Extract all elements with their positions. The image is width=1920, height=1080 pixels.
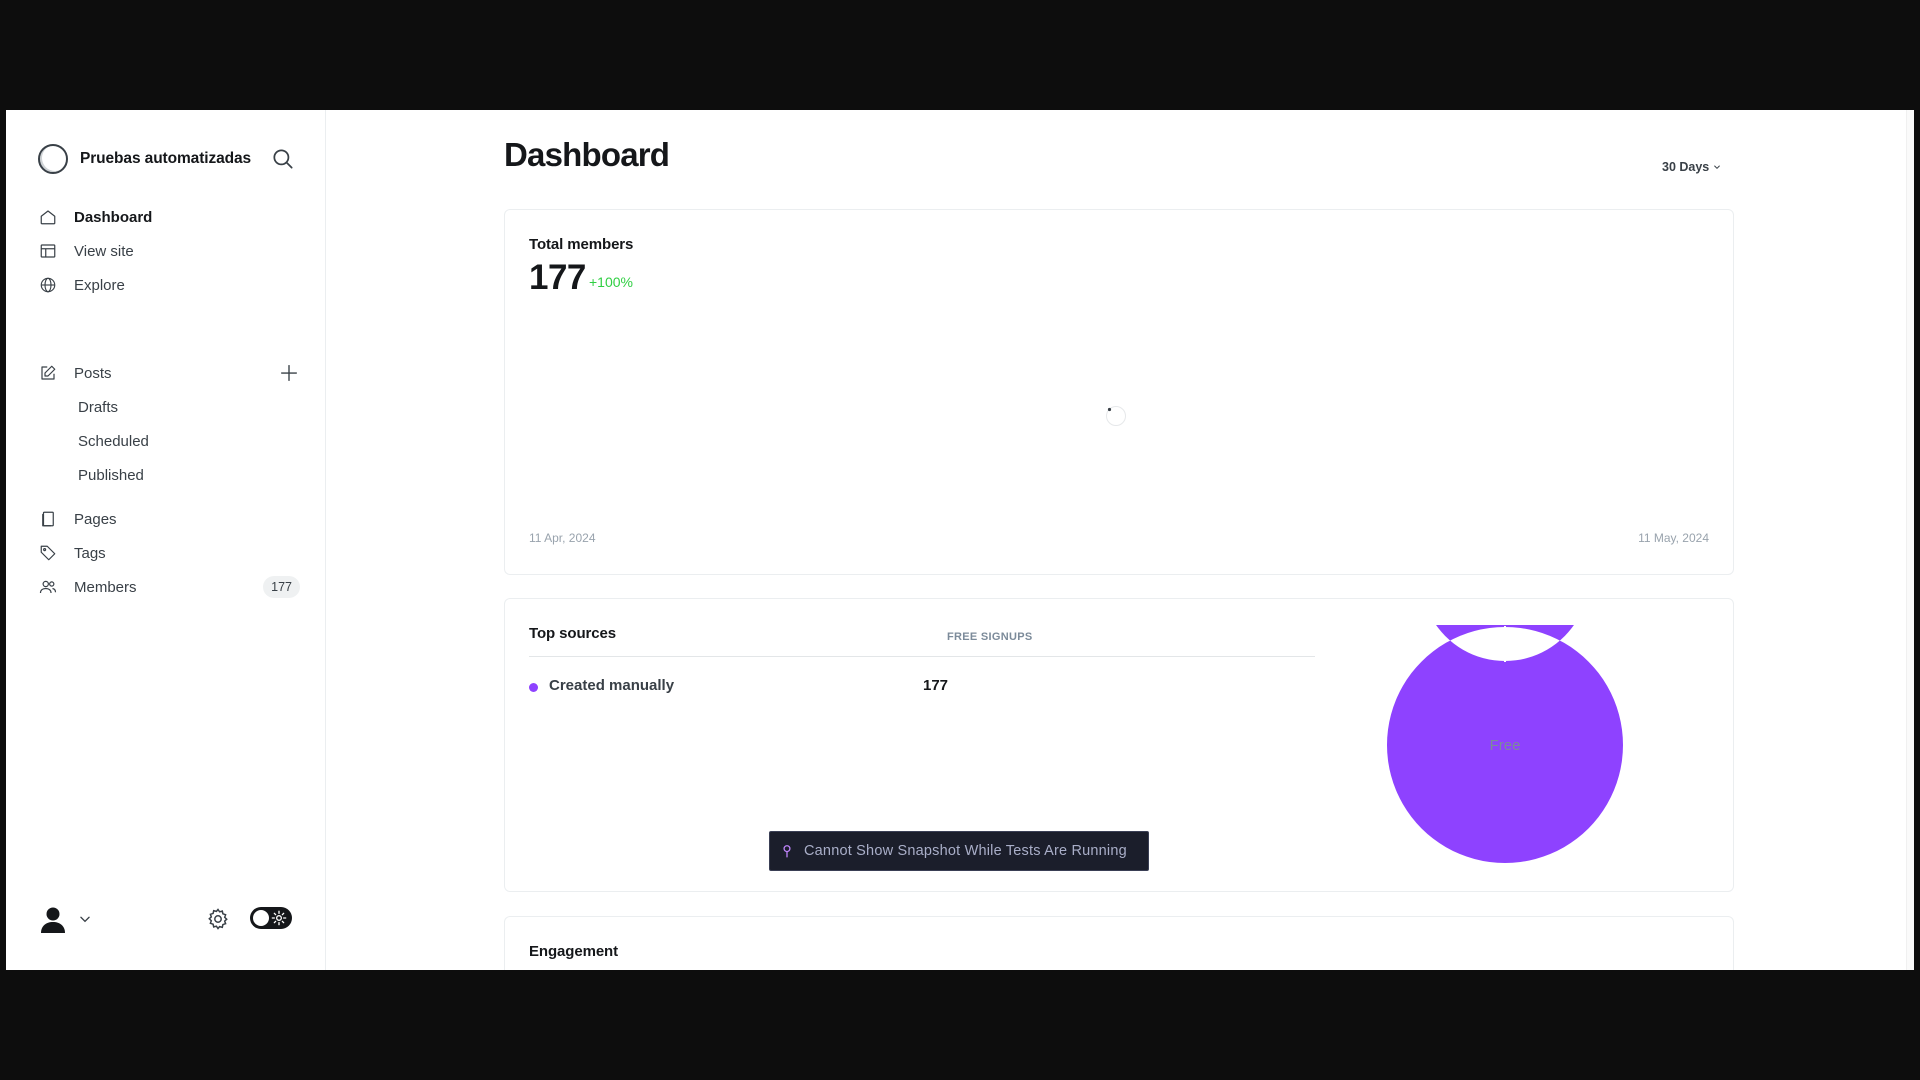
- sun-icon: [271, 910, 287, 926]
- nav-pages-label: Pages: [74, 510, 117, 528]
- pin-icon: [780, 844, 794, 858]
- sidebar-footer: [38, 902, 300, 938]
- total-members-card: Total members 177 +100% 11 Apr, 2024 11 …: [504, 209, 1734, 575]
- engagement-card: Engagement: [504, 916, 1734, 970]
- top-sources-card: Top sources FREE SIGNUPS Created manuall…: [504, 598, 1734, 892]
- page-title: Dashboard: [504, 136, 670, 173]
- theme-toggle[interactable]: [250, 907, 292, 929]
- nav-scheduled-label: Scheduled: [78, 432, 149, 450]
- toggle-knob: [253, 910, 269, 926]
- nav-tags[interactable]: Tags: [38, 536, 300, 570]
- pages-icon: [38, 509, 58, 529]
- main-content: Dashboard 30 Days Total members 177 +100…: [326, 110, 1914, 970]
- nav-members[interactable]: Members 177: [38, 570, 300, 604]
- nav-posts-label: Posts: [74, 364, 112, 382]
- top-sources-title: Top sources: [529, 625, 616, 642]
- total-members-change: +100%: [589, 274, 633, 290]
- new-post-plus-icon[interactable]: [278, 362, 300, 384]
- free-signups-column-label: FREE SIGNUPS: [947, 631, 1033, 643]
- nav-pages[interactable]: Pages: [38, 502, 300, 536]
- nav-tags-label: Tags: [74, 544, 106, 562]
- nav-explore[interactable]: Explore: [38, 268, 300, 302]
- content-nav: Pages Tags Members 177: [38, 502, 300, 604]
- site-brand[interactable]: Pruebas automatizadas: [38, 143, 251, 175]
- chevron-down-icon[interactable]: [78, 912, 92, 926]
- members-icon: [38, 577, 58, 597]
- sources-table-header: Top sources FREE SIGNUPS: [529, 625, 1315, 657]
- nav-dashboard-label: Dashboard: [74, 208, 153, 226]
- snapshot-toast-text: Cannot Show Snapshot While Tests Are Run…: [804, 843, 1127, 859]
- total-members-value: 177: [529, 258, 586, 297]
- source-color-dot: [529, 683, 538, 692]
- posts-nav: Posts Drafts Scheduled Published: [38, 356, 300, 492]
- donut-center-label: Free: [1490, 737, 1521, 754]
- layout-icon: [38, 241, 58, 261]
- sources-donut-chart: Free: [1387, 625, 1623, 863]
- total-members-title: Total members: [529, 236, 634, 253]
- loading-spinner-icon: [1105, 405, 1127, 427]
- table-row: Created manually 177: [529, 675, 1315, 701]
- search-icon[interactable]: [270, 146, 296, 172]
- nav-view-site-label: View site: [74, 242, 134, 260]
- nav-published-label: Published: [78, 466, 144, 484]
- site-name: Pruebas automatizadas: [80, 150, 252, 167]
- nav-dashboard[interactable]: Dashboard: [38, 200, 300, 234]
- source-value: 177: [923, 677, 949, 694]
- site-logo-icon: [38, 144, 68, 174]
- main-nav: Dashboard View site Explore: [38, 200, 300, 302]
- snapshot-toast: Cannot Show Snapshot While Tests Are Run…: [769, 831, 1149, 871]
- nav-explore-label: Explore: [74, 276, 125, 294]
- date-range-select[interactable]: 30 Days: [1662, 160, 1721, 174]
- home-icon: [38, 207, 58, 227]
- chevron-down-icon: [1713, 160, 1721, 174]
- engagement-title: Engagement: [529, 943, 619, 960]
- nav-posts[interactable]: Posts: [38, 356, 300, 390]
- nav-scheduled[interactable]: Scheduled: [38, 424, 300, 458]
- chart-start-date: 11 Apr, 2024: [529, 531, 596, 545]
- date-range-value: 30 Days: [1662, 160, 1710, 174]
- nav-published[interactable]: Published: [38, 458, 300, 492]
- main-scrollbar[interactable]: [1906, 110, 1914, 970]
- nav-view-site[interactable]: View site: [38, 234, 300, 268]
- app-window: Pruebas automatizadas Dashboard View sit…: [6, 110, 1914, 970]
- globe-icon: [38, 275, 58, 295]
- gear-icon[interactable]: [206, 907, 230, 931]
- tag-icon: [38, 543, 58, 563]
- members-count-badge: 177: [263, 576, 300, 598]
- nav-drafts[interactable]: Drafts: [38, 390, 300, 424]
- chart-end-date: 11 May, 2024: [1638, 531, 1709, 545]
- nav-members-label: Members: [74, 578, 137, 596]
- edit-icon: [38, 363, 58, 383]
- source-name: Created manually: [549, 677, 675, 694]
- sidebar: Pruebas automatizadas Dashboard View sit…: [6, 110, 326, 970]
- user-avatar-icon[interactable]: [38, 904, 68, 934]
- nav-drafts-label: Drafts: [78, 398, 119, 416]
